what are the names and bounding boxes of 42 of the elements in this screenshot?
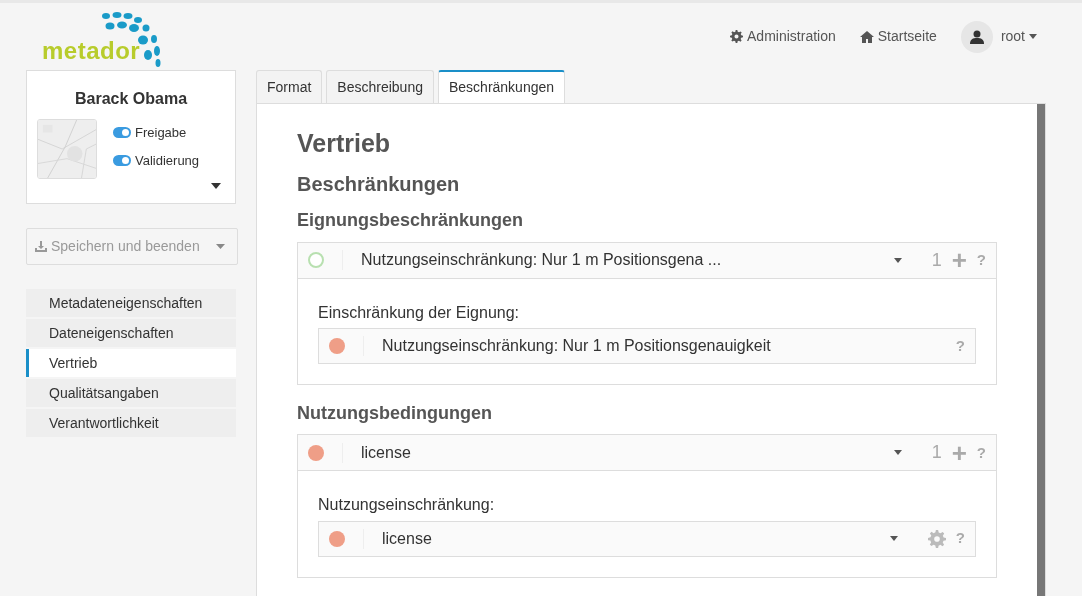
tab[interactable]: Beschreibung xyxy=(326,70,434,103)
sidebar-item[interactable]: Dateneigenschaften xyxy=(26,319,236,347)
sidebar-item[interactable]: Qualitätsangaben xyxy=(26,379,236,407)
tab[interactable]: Format xyxy=(256,70,323,103)
caret-icon[interactable] xyxy=(893,257,902,263)
toggle-label: Freigabe xyxy=(135,124,187,142)
sidebar-item[interactable]: Metadateneigenschaften xyxy=(26,289,236,317)
input-field[interactable]: Nutzungseinschränkung: Nur 1 m Positionsgenauigkeit ? xyxy=(318,327,976,364)
field-label: Nutzungseinschränkung: xyxy=(318,495,496,515)
item-count: 1 xyxy=(931,441,942,465)
nav-link-item[interactable]: Administration xyxy=(730,26,836,47)
home-icon xyxy=(859,30,874,43)
caret-icon[interactable] xyxy=(211,183,221,189)
caret-icon[interactable] xyxy=(893,450,902,456)
group-header[interactable]: Nutzungseinschränkung: Nur 1 m Positionsgena ... 1 + ? xyxy=(298,242,996,279)
field-label: Einschränkung der Eignung: xyxy=(318,302,521,322)
logo-text: metador xyxy=(42,38,141,63)
settings-icon xyxy=(730,30,744,43)
record-title: Barack Obama xyxy=(73,89,189,109)
section-title: Beschränkungen xyxy=(297,172,461,196)
page-title: Vertrieb xyxy=(297,128,392,158)
nav-link-item[interactable]: Startseite xyxy=(859,26,937,47)
tab[interactable]: Beschränkungen xyxy=(437,70,566,103)
scrollbar[interactable] xyxy=(1037,104,1045,596)
user-menu[interactable]: root xyxy=(1000,26,1037,47)
toggle-label: Validierung xyxy=(135,151,200,170)
group-header[interactable]: license 1 + ? xyxy=(298,435,996,472)
caret-icon[interactable] xyxy=(1029,34,1037,39)
avatar-icon xyxy=(960,20,993,53)
sidebar-item[interactable]: Vertrieb xyxy=(26,349,236,377)
download-icon xyxy=(35,241,47,252)
group-title: Nutzungseinschränkung: Nur 1 m Positionsgena ... xyxy=(361,250,723,271)
toggle-switch[interactable] xyxy=(113,154,131,166)
caret-icon[interactable] xyxy=(889,536,898,542)
group-heading: Eignungsbeschränkungen xyxy=(297,210,525,232)
toggle-switch[interactable] xyxy=(113,127,131,139)
item-count: 1 xyxy=(931,248,942,272)
caret-icon xyxy=(216,244,225,249)
group-heading: Nutzungsbedingungen xyxy=(297,402,493,425)
group-title: license xyxy=(361,442,412,463)
input-field[interactable]: license ? xyxy=(318,520,976,557)
sidebar-item[interactable]: Verantwortlichkeit xyxy=(26,409,236,437)
